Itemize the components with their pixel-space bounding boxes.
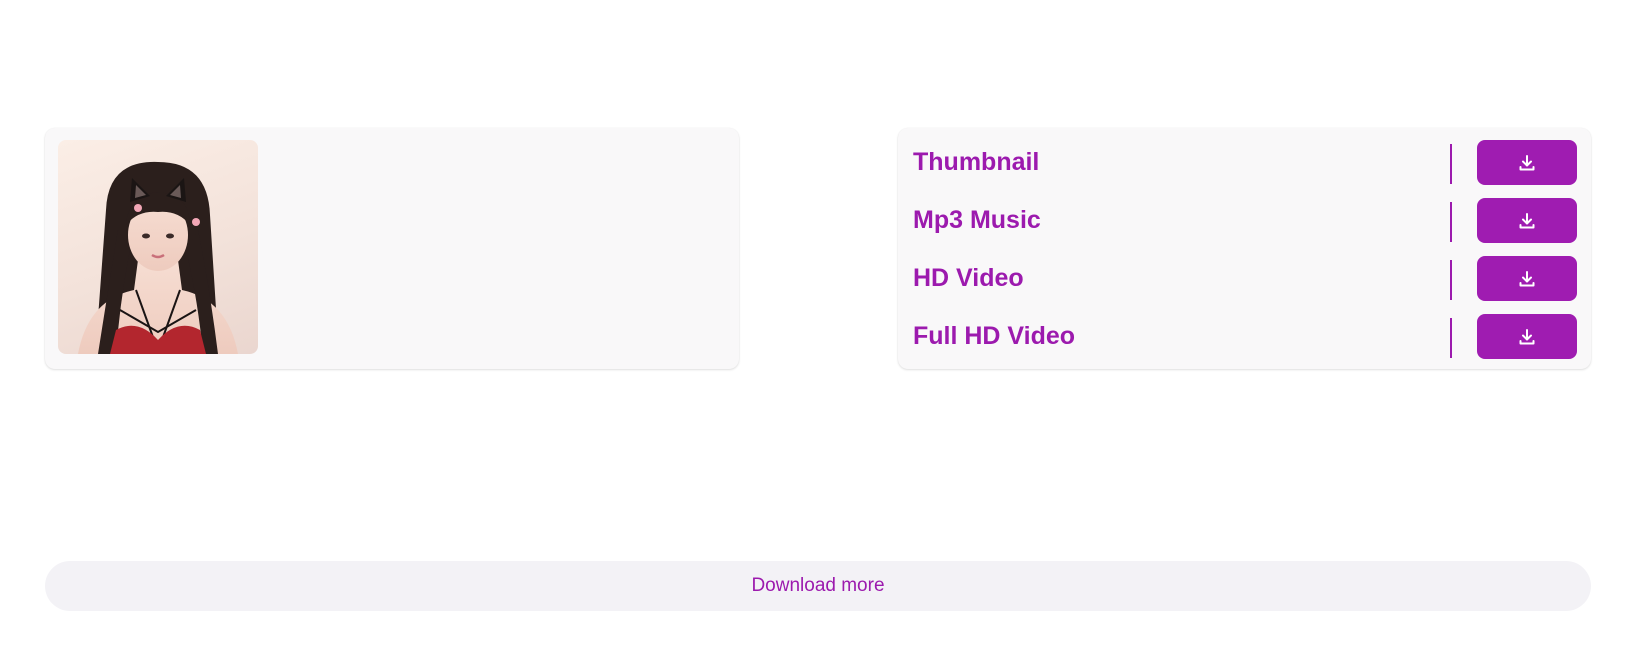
download-more-button[interactable]: Download more: [45, 561, 1591, 611]
download-hd-video-button[interactable]: [1477, 256, 1577, 301]
download-icon: [1519, 270, 1535, 286]
option-label: Full HD Video: [913, 322, 1076, 350]
download-full-hd-video-button[interactable]: [1477, 314, 1577, 359]
option-row-full-hd-video: Full HD Video: [898, 314, 1591, 360]
download-mp3-button[interactable]: [1477, 198, 1577, 243]
option-label: Mp3 Music: [913, 206, 1041, 234]
download-icon: [1519, 154, 1535, 170]
download-options-card: Thumbnail Mp3 Music HD Video Full HD Vid…: [898, 128, 1591, 369]
option-row-thumbnail: Thumbnail: [898, 140, 1591, 186]
row-divider: [1450, 144, 1452, 184]
option-label: HD Video: [913, 264, 1024, 292]
download-icon: [1519, 328, 1535, 344]
option-label: Thumbnail: [913, 148, 1040, 176]
thumbnail-image: [78, 161, 238, 354]
download-icon: [1519, 212, 1535, 228]
preview-card: [45, 128, 739, 369]
download-page: Thumbnail Mp3 Music HD Video Full HD Vid…: [0, 0, 1643, 668]
row-divider: [1450, 202, 1452, 242]
row-divider: [1450, 318, 1452, 358]
row-divider: [1450, 260, 1452, 300]
option-row-hd-video: HD Video: [898, 256, 1591, 302]
option-row-mp3: Mp3 Music: [898, 198, 1591, 244]
download-thumbnail-button[interactable]: [1477, 140, 1577, 185]
video-thumbnail: [58, 140, 258, 354]
